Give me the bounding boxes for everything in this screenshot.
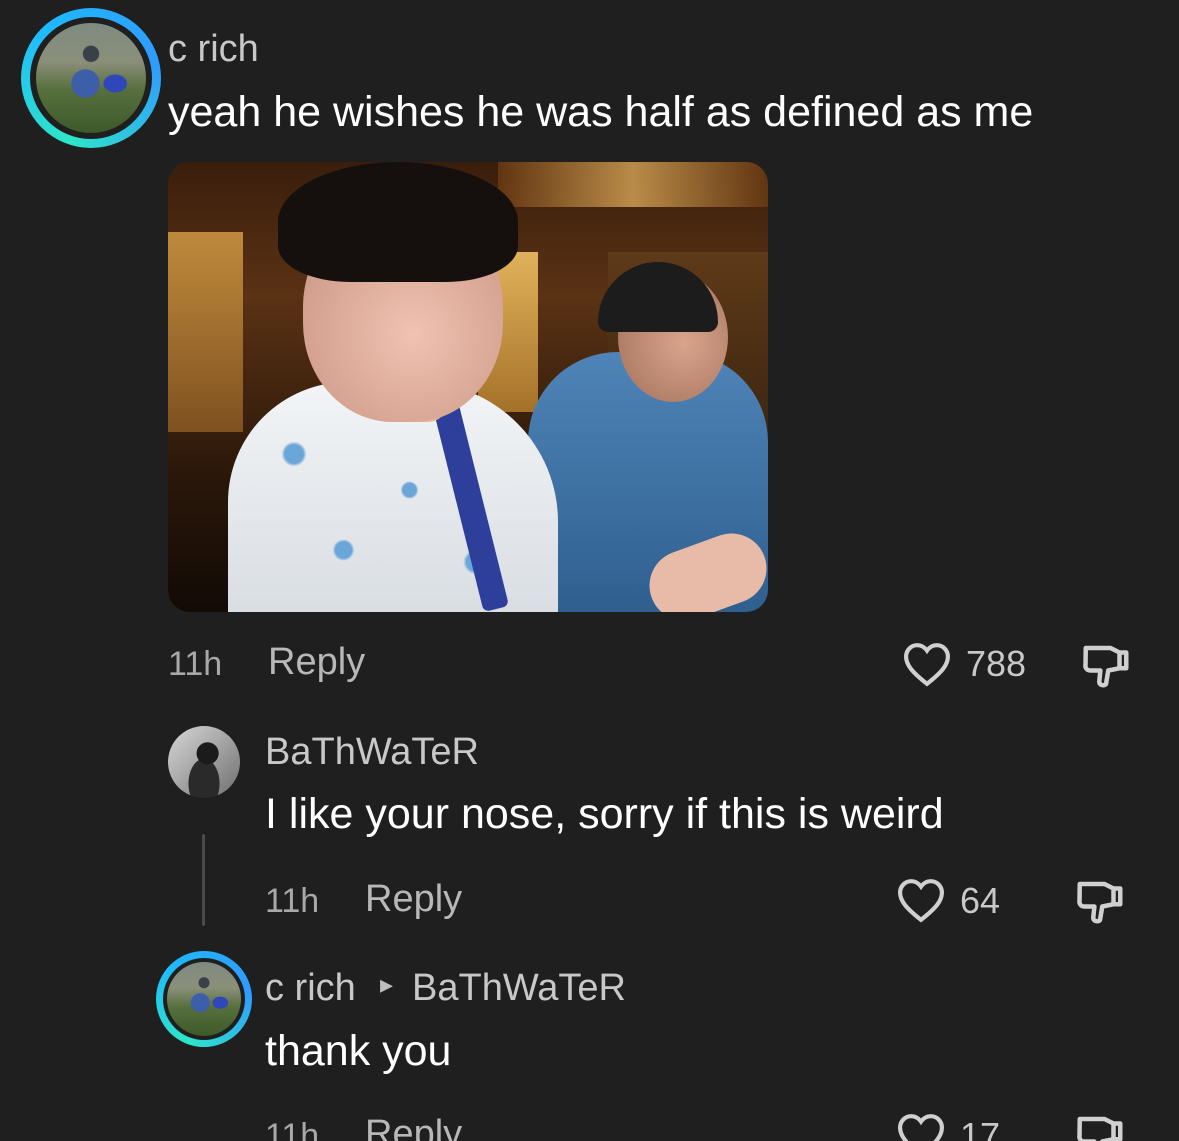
comment-text: yeah he wishes he was half as defined as… — [168, 88, 1034, 136]
reply-button[interactable]: Reply — [365, 1113, 462, 1141]
avatar[interactable] — [36, 23, 146, 133]
reply-to-arrow-icon: ▸ — [380, 969, 394, 999]
like-count: 17 — [960, 1115, 1001, 1141]
reply-to-username[interactable]: BaThWaTeR — [412, 967, 626, 1010]
thumbs-down-icon[interactable] — [1073, 877, 1127, 927]
comments-screen: c rich yeah he wishes he was half as def… — [0, 0, 1179, 1141]
comment-username[interactable]: c rich — [265, 967, 356, 1010]
comment-text: I like your nose, sorry if this is weird — [265, 790, 944, 838]
heart-icon[interactable] — [895, 877, 947, 923]
heart-icon[interactable] — [901, 641, 953, 687]
comment-photo-attachment[interactable] — [168, 162, 768, 612]
thumbs-down-icon[interactable] — [1073, 1112, 1127, 1141]
comment-username[interactable]: BaThWaTeR — [265, 731, 479, 774]
comment-timestamp: 11h — [168, 645, 223, 683]
avatar[interactable] — [167, 962, 241, 1036]
comment-text: thank you — [265, 1027, 452, 1075]
like-count: 64 — [960, 880, 1001, 921]
thumbs-down-icon[interactable] — [1079, 641, 1133, 691]
comment-timestamp: 11h — [265, 882, 320, 920]
like-count: 788 — [966, 643, 1027, 684]
avatar[interactable] — [168, 726, 240, 798]
thread-line — [202, 834, 205, 926]
comment-timestamp: 11h — [265, 1117, 320, 1141]
reply-button[interactable]: Reply — [268, 641, 365, 684]
comment-username[interactable]: c rich — [168, 28, 259, 71]
reply-button[interactable]: Reply — [365, 878, 462, 921]
heart-icon[interactable] — [895, 1112, 947, 1141]
